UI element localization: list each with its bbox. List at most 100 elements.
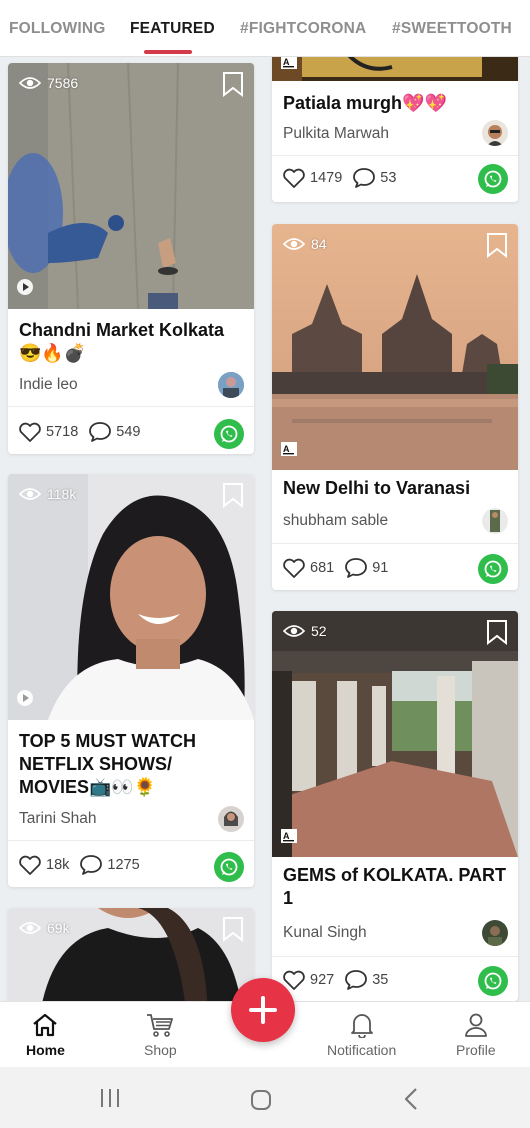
active-tab-indicator (144, 50, 192, 54)
plus-icon (249, 996, 277, 1024)
bookmark-icon[interactable] (486, 232, 508, 263)
whatsapp-share-button[interactable] (478, 164, 508, 194)
author-name[interactable]: Pulkita Marwah (283, 125, 389, 143)
avatar[interactable] (482, 920, 508, 946)
comment-count: 53 (380, 170, 397, 186)
whatsapp-icon (220, 425, 238, 443)
whatsapp-icon (220, 858, 238, 876)
comment-icon[interactable] (352, 167, 376, 189)
post-stats: 5718 549 (18, 421, 150, 443)
home-icon (33, 1013, 58, 1037)
comment-count: 91 (372, 560, 389, 576)
post-card[interactable]: 118k TOP 5 MUST WATCH NETFLIX SHOWS/ MOV… (8, 474, 254, 887)
avatar[interactable] (482, 120, 508, 146)
comment-count: 549 (116, 424, 141, 440)
like-count: 681 (310, 560, 335, 576)
post-card[interactable]: 84 A New Delhi to Varanasi shubham sable… (272, 224, 518, 590)
post-card[interactable]: 7586 Chandni Market Kolkata 😎🔥💣 Indie le… (8, 63, 254, 454)
tab-fightcorona[interactable]: #FIGHTCORONA (240, 20, 366, 38)
post-title[interactable]: New Delhi to Varanasi (283, 477, 470, 500)
create-post-button[interactable] (231, 978, 295, 1042)
cart-icon (147, 1014, 174, 1037)
whatsapp-share-button[interactable] (214, 852, 244, 882)
author-name[interactable]: Indie leo (19, 376, 78, 394)
bookmark-icon[interactable] (486, 619, 508, 650)
nav-home[interactable]: Home (26, 1012, 65, 1058)
top-tab-bar: FOLLOWING FEATURED #FIGHTCORONA #SWEETTO… (0, 0, 530, 57)
post-thumbnail[interactable]: A (272, 57, 518, 81)
tab-sweettooth[interactable]: #SWEETTOOTH (392, 20, 512, 38)
comment-icon[interactable] (344, 969, 368, 991)
whatsapp-icon (484, 972, 502, 990)
view-count-value: 7586 (47, 75, 79, 91)
eye-icon (283, 625, 305, 637)
svg-text:A: A (283, 57, 290, 67)
whatsapp-share-button[interactable] (478, 554, 508, 584)
comment-icon[interactable] (344, 557, 368, 579)
tab-following[interactable]: FOLLOWING (9, 20, 106, 38)
featured-feed[interactable]: 7586 Chandni Market Kolkata 😎🔥💣 Indie le… (0, 57, 530, 1001)
play-icon (16, 689, 34, 712)
avatar[interactable] (482, 508, 508, 534)
eye-icon (19, 77, 41, 89)
whatsapp-share-button[interactable] (478, 966, 508, 996)
post-thumbnail[interactable]: 69k (8, 908, 254, 1001)
heart-icon[interactable] (18, 422, 42, 443)
comment-icon[interactable] (88, 421, 112, 443)
avatar[interactable] (218, 806, 244, 832)
whatsapp-share-button[interactable] (214, 419, 244, 449)
post-stats: 1479 53 (282, 167, 406, 189)
post-stats: 681 91 (282, 557, 398, 579)
comment-icon[interactable] (79, 854, 103, 876)
back-icon[interactable] (403, 1087, 419, 1116)
nav-profile[interactable]: Profile (456, 1012, 496, 1058)
post-thumbnail[interactable]: 118k (8, 474, 254, 720)
post-thumbnail[interactable]: 7586 (8, 63, 254, 309)
tab-featured[interactable]: FEATURED (130, 20, 215, 38)
svg-text:A: A (283, 831, 290, 841)
avatar[interactable] (218, 372, 244, 398)
author-name[interactable]: Tarini Shah (19, 810, 97, 828)
post-card[interactable]: 52 A GEMS of KOLKATA. PART 1 Kunal Singh… (272, 611, 518, 1001)
article-icon: A (280, 441, 298, 462)
person-icon (464, 1013, 487, 1037)
view-count: 118k (19, 486, 76, 502)
nav-shop[interactable]: Shop (144, 1012, 177, 1058)
nav-notification[interactable]: Notification (327, 1012, 396, 1058)
post-thumbnail[interactable]: 52 A (272, 611, 518, 857)
view-count-value: 118k (47, 486, 77, 502)
eye-icon (283, 238, 305, 250)
author-name[interactable]: Kunal Singh (283, 924, 367, 942)
post-thumbnail[interactable]: 84 A (272, 224, 518, 470)
whatsapp-icon (484, 170, 502, 188)
article-icon: A (280, 828, 298, 849)
post-title[interactable]: Chandni Market Kolkata 😎🔥💣 (19, 319, 224, 365)
view-count: 69k (19, 920, 70, 936)
recent-apps-icon[interactable] (99, 1088, 121, 1113)
view-count-value: 84 (311, 236, 327, 252)
post-card[interactable]: 69k (8, 908, 254, 1001)
bookmark-icon[interactable] (222, 71, 244, 102)
heart-icon[interactable] (282, 168, 306, 189)
heart-icon[interactable] (18, 855, 42, 876)
post-title[interactable]: TOP 5 MUST WATCH NETFLIX SHOWS/ MOVIES📺👀… (19, 730, 196, 799)
post-title[interactable]: Patiala murgh💖💖 (283, 92, 447, 115)
author-name[interactable]: shubham sable (283, 512, 388, 530)
nav-profile-label: Profile (456, 1042, 496, 1058)
post-stats: 18k 1275 (18, 854, 150, 876)
like-count: 1479 (310, 170, 343, 186)
home-system-icon[interactable] (250, 1089, 272, 1116)
view-count: 7586 (19, 75, 78, 91)
comment-count: 1275 (107, 857, 140, 873)
post-card[interactable]: A Patiala murgh💖💖 Pulkita Marwah 1479 53 (272, 57, 518, 202)
post-stats: 927 35 (282, 969, 398, 991)
view-count-value: 52 (311, 623, 327, 639)
bookmark-icon[interactable] (222, 916, 244, 947)
nav-home-label: Home (26, 1042, 65, 1058)
heart-icon[interactable] (282, 558, 306, 579)
like-count: 18k (46, 857, 70, 873)
bookmark-icon[interactable] (222, 482, 244, 513)
post-title[interactable]: GEMS of KOLKATA. PART 1 (283, 864, 506, 910)
nav-shop-label: Shop (144, 1042, 177, 1058)
play-icon (16, 278, 34, 301)
